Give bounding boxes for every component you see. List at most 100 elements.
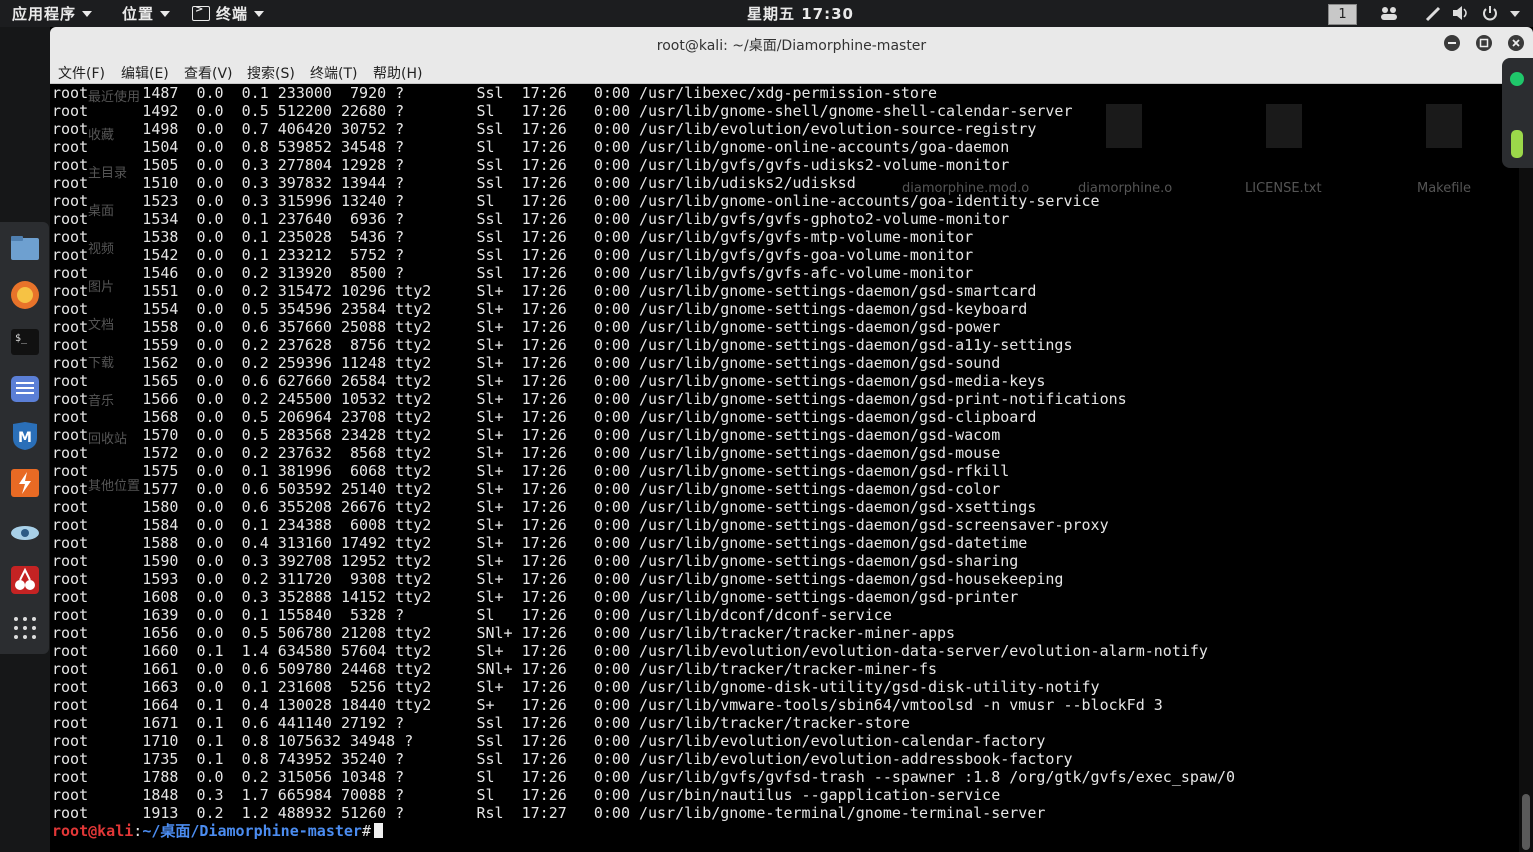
text-cursor xyxy=(374,823,383,838)
dock: $_ M xyxy=(0,222,49,654)
process-line: root 1551 0.0 0.2 315472 10296 tty2 Sl+ … xyxy=(52,282,1037,300)
menubar: 文件(F) 编辑(E) 查看(V) 搜索(S) 终端(T) 帮助(H) xyxy=(50,61,1533,84)
process-line: root 1558 0.0 0.6 357660 25088 tty2 Sl+ … xyxy=(52,318,1001,336)
maximize-button[interactable] xyxy=(1476,35,1492,51)
process-line: root 1588 0.0 0.4 313160 17492 tty2 Sl+ … xyxy=(52,534,1028,552)
places-menu[interactable]: 位置 xyxy=(122,3,171,24)
process-line: root 1510 0.0 0.3 397832 13944 ? Ssl 17:… xyxy=(52,174,856,192)
firefox-icon[interactable] xyxy=(9,279,41,311)
process-line: root 1639 0.0 0.1 155840 5328 ? Sl 17:26… xyxy=(52,606,892,624)
power-icon[interactable] xyxy=(1482,5,1498,21)
process-line: root 1664 0.1 0.4 130028 18440 tty2 S+ 1… xyxy=(52,696,1163,714)
process-line: root 1492 0.0 0.5 512200 22680 ? Sl 17:2… xyxy=(52,102,1073,120)
process-line: root 1656 0.0 0.5 506780 21208 tty2 SNl+… xyxy=(52,624,956,642)
terminal-window: root@kali: ~/桌面/Diamorphine-master 文件(F)… xyxy=(50,27,1533,852)
applications-menu-label: 应用程序 xyxy=(12,5,77,23)
process-line: root 1584 0.0 0.1 234388 6008 tty2 Sl+ 1… xyxy=(52,516,1109,534)
prompt-line[interactable]: root@kali:~/桌面/Diamorphine-master# xyxy=(52,822,383,840)
chevron-down-icon xyxy=(254,11,265,17)
file-icon xyxy=(1106,104,1142,148)
menu-search[interactable]: 搜索(S) xyxy=(247,63,295,83)
menu-help[interactable]: 帮助(H) xyxy=(373,63,422,83)
process-line: root 1848 0.3 1.7 665984 70088 ? Sl 17:2… xyxy=(52,786,1001,804)
chevron-down-icon[interactable] xyxy=(1510,11,1520,17)
chevron-down-icon xyxy=(82,11,93,17)
minimize-button[interactable] xyxy=(1444,35,1460,51)
process-line: root 1590 0.0 0.3 392708 12952 tty2 Sl+ … xyxy=(52,552,1019,570)
process-line: root 1913 0.2 1.2 488932 51260 ? Rsl 17:… xyxy=(52,804,1046,822)
file-icon xyxy=(1426,104,1462,148)
ghost-file-label: LICENSE.txt xyxy=(1245,181,1322,196)
ghost-file-label: Makefile xyxy=(1417,181,1472,196)
files-icon[interactable] xyxy=(9,232,41,264)
process-line: root 1575 0.0 0.1 381996 6068 tty2 Sl+ 1… xyxy=(52,462,1010,480)
minimize-icon xyxy=(1448,42,1456,44)
terminal-scrollbar[interactable] xyxy=(1519,84,1533,852)
process-line: root 1568 0.0 0.5 206964 23708 tty2 Sl+ … xyxy=(52,408,1037,426)
window-titlebar[interactable]: root@kali: ~/桌面/Diamorphine-master xyxy=(50,27,1533,61)
process-line: root 1498 0.0 0.7 406420 30752 ? Ssl 17:… xyxy=(52,120,1037,138)
volume-icon[interactable] xyxy=(1452,5,1470,21)
process-line: root 1523 0.0 0.3 315996 13240 ? Sl 17:2… xyxy=(52,192,1100,210)
process-line: root 1580 0.0 0.6 355208 26676 tty2 Sl+ … xyxy=(52,498,1037,516)
terminal-app-menu[interactable]: 终端 xyxy=(192,3,265,24)
close-button[interactable] xyxy=(1508,35,1524,51)
right-side-panel xyxy=(1502,58,1533,168)
prompt-separator: : xyxy=(133,822,143,840)
process-line: root 1735 0.1 0.8 743952 35240 ? Ssl 17:… xyxy=(52,750,1073,768)
pen-icon[interactable] xyxy=(1424,5,1442,22)
svg-text:M: M xyxy=(18,430,32,446)
chevron-down-icon xyxy=(160,11,171,17)
process-line: root 1505 0.0 0.3 277804 12928 ? Ssl 17:… xyxy=(52,156,1010,174)
scrollbar-thumb[interactable] xyxy=(1522,794,1530,850)
applications-menu[interactable]: 应用程序 xyxy=(12,3,93,24)
terminal-output[interactable]: 最近使用 收藏 主目录 桌面 视频 图片 文档 下载 音乐 回收站 其他位置 d… xyxy=(50,84,1519,852)
process-line: root 1538 0.0 0.1 235028 5436 ? Ssl 17:2… xyxy=(52,228,974,246)
process-line: root 1710 0.1 0.8 1075632 34948 ? Ssl 17… xyxy=(52,732,1046,750)
process-line: root 1671 0.1 0.6 441140 27192 ? Ssl 17:… xyxy=(52,714,910,732)
menu-view[interactable]: 查看(V) xyxy=(184,63,233,83)
clock[interactable]: 星期五 17:30 xyxy=(747,3,854,24)
process-line: root 1660 0.1 1.4 634580 57604 tty2 Sl+ … xyxy=(52,642,1208,660)
cherrytree-icon[interactable] xyxy=(9,564,41,596)
file-icon xyxy=(1266,104,1302,148)
process-line: root 1593 0.0 0.2 311720 9308 tty2 Sl+ 1… xyxy=(52,570,1064,588)
terminal-app-menu-label: 终端 xyxy=(216,5,249,23)
process-line: root 1566 0.0 0.2 245500 10532 tty2 Sl+ … xyxy=(52,390,1127,408)
menu-terminal[interactable]: 终端(T) xyxy=(310,63,357,83)
process-line: root 1570 0.0 0.5 283568 23428 tty2 Sl+ … xyxy=(52,426,1001,444)
menu-file[interactable]: 文件(F) xyxy=(58,63,105,83)
process-line: root 1663 0.0 0.1 231608 5256 tty2 Sl+ 1… xyxy=(52,678,1100,696)
process-line: root 1546 0.0 0.2 313920 8500 ? Ssl 17:2… xyxy=(52,264,974,282)
process-line: root 1788 0.0 0.2 315056 10348 ? Sl 17:2… xyxy=(52,768,1236,786)
burpsuite-icon[interactable] xyxy=(9,467,41,499)
process-line: root 1572 0.0 0.2 237632 8568 tty2 Sl+ 1… xyxy=(52,444,1001,462)
process-line: root 1542 0.0 0.1 233212 5752 ? Ssl 17:2… xyxy=(52,246,974,264)
terminal-icon[interactable]: $_ xyxy=(9,326,41,358)
maximize-icon xyxy=(1479,38,1489,48)
process-line: root 1504 0.0 0.8 539852 34548 ? Sl 17:2… xyxy=(52,138,1010,156)
close-icon xyxy=(1512,39,1520,47)
process-line: root 1577 0.0 0.6 503592 25140 tty2 Sl+ … xyxy=(52,480,1001,498)
workspace-indicator[interactable]: 1 xyxy=(1328,4,1357,25)
prompt-user: root@kali xyxy=(52,822,134,840)
process-line: root 1661 0.0 0.6 509780 24468 tty2 SNl+… xyxy=(52,660,938,678)
places-menu-label: 位置 xyxy=(122,5,155,23)
people-icon[interactable] xyxy=(1380,5,1398,21)
process-line: root 1559 0.0 0.2 237628 8756 tty2 Sl+ 1… xyxy=(52,336,1073,354)
text-editor-icon[interactable] xyxy=(9,373,41,405)
eye-icon[interactable] xyxy=(9,517,41,549)
menu-edit[interactable]: 编辑(E) xyxy=(121,63,169,83)
process-line: root 1554 0.0 0.5 354596 23584 tty2 Sl+ … xyxy=(52,300,1028,318)
process-line: root 1562 0.0 0.2 259396 11248 tty2 Sl+ … xyxy=(52,354,1001,372)
svg-text:$_: $_ xyxy=(15,333,28,344)
process-line: root 1534 0.0 0.1 237640 6936 ? Ssl 17:2… xyxy=(52,210,1010,228)
process-line: root 1565 0.0 0.6 627660 26584 tty2 Sl+ … xyxy=(52,372,1046,390)
show-apps-icon[interactable] xyxy=(9,612,41,644)
terminal-icon xyxy=(192,4,210,21)
metasploit-icon[interactable]: M xyxy=(9,420,41,452)
top-panel: 应用程序 位置 终端 星期五 17:30 1 xyxy=(0,0,1533,27)
prompt-symbol: # xyxy=(361,822,371,840)
indicator-icon xyxy=(1510,72,1524,158)
process-line: root 1487 0.0 0.1 233000 7920 ? Ssl 17:2… xyxy=(52,84,938,102)
